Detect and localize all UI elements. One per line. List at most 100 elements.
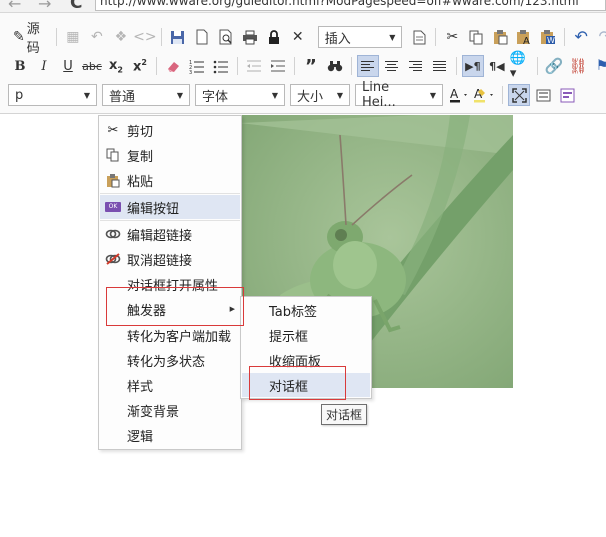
align-right-button[interactable] [405, 55, 427, 77]
link-button[interactable]: 🔗 [543, 55, 565, 77]
svg-text:W: W [547, 36, 555, 45]
underline-button[interactable]: U [57, 55, 79, 77]
menu-item-label: 对话框打开属性 [127, 278, 219, 294]
redo-button[interactable]: ↷ [594, 26, 606, 48]
indent-icon [270, 60, 285, 72]
submenu-item-dialog[interactable]: 对话框 [242, 373, 370, 397]
menu-divider [100, 193, 240, 194]
rtl-button[interactable]: ¶◀ [486, 55, 508, 77]
menu-item-client-load[interactable]: 转化为客户端加载 [100, 323, 240, 347]
toolbar-divider [350, 57, 352, 75]
find-button[interactable] [324, 55, 346, 77]
svg-text:3: 3 [189, 70, 192, 74]
bold-button[interactable]: B [9, 55, 31, 77]
paragraph-format-dropdown[interactable]: p ▼ [8, 84, 97, 106]
menu-item-edit-button[interactable]: OK 编辑按钮 [100, 195, 240, 219]
cut-button[interactable]: ✂ [441, 26, 463, 48]
url-input[interactable]: http://www.wware.org/guieditor.html?ModP… [95, 0, 606, 11]
menu-item-label: 粘贴 [127, 174, 154, 190]
outdent-button[interactable] [243, 55, 265, 77]
svg-text:A: A [523, 36, 530, 45]
font-size-dropdown[interactable]: 大小 ▼ [290, 84, 350, 106]
remove-button[interactable]: ✕ [287, 26, 309, 48]
align-center-icon [385, 60, 399, 71]
submenu-item-tab[interactable]: Tab标签 [242, 298, 370, 322]
save-button[interactable] [167, 26, 189, 48]
toolbar-divider [293, 57, 295, 75]
remove-format-button[interactable] [162, 55, 184, 77]
menu-item-copy[interactable]: 复制 [100, 143, 240, 167]
subscript-button[interactable]: x2 [105, 55, 127, 77]
menu-item-paste[interactable]: 粘贴 [100, 168, 240, 192]
undo-disabled-button[interactable]: ↶ [86, 26, 108, 48]
paste-word-icon: W [541, 30, 556, 45]
paste-text-button[interactable]: A [513, 26, 535, 48]
background-color-button[interactable]: A [473, 84, 497, 106]
justify-button[interactable] [429, 55, 451, 77]
submenu-item-collapse-panel[interactable]: 收缩面板 [242, 348, 370, 372]
maximize-button[interactable] [508, 84, 530, 106]
paste-word-button[interactable]: W [537, 26, 559, 48]
line-height-dropdown[interactable]: Line Hei... ▼ [355, 80, 443, 110]
paragraph-format-value: p [15, 87, 24, 103]
undo-icon: ↶ [574, 27, 588, 46]
undo-button[interactable]: ↶ [570, 26, 592, 48]
anchor-button[interactable]: ⚑ [591, 55, 606, 77]
align-left-button[interactable] [356, 55, 379, 77]
blockquote-button[interactable]: ” [300, 55, 322, 77]
unlink-button[interactable]: ⛓ [567, 55, 589, 77]
back-arrow-icon[interactable]: ← [8, 0, 21, 12]
bullet-list-button[interactable] [210, 55, 232, 77]
strikethrough-icon: abc [82, 59, 102, 73]
binoculars-icon [327, 61, 343, 72]
insert-dropdown-label: 插入 [324, 31, 351, 47]
format-brush-button[interactable]: ❖ [110, 26, 132, 48]
align-center-button[interactable] [381, 55, 403, 77]
print-button[interactable] [239, 26, 261, 48]
menu-item-label: 样式 [127, 379, 154, 395]
menu-item-multi-state[interactable]: 转化为多状态 [100, 348, 240, 372]
insert-dropdown[interactable]: 插入 ▼ [317, 26, 403, 48]
save-icon [171, 30, 185, 44]
style-dropdown[interactable]: 普通 ▼ [102, 84, 190, 106]
menu-item-edit-link[interactable]: 编辑超链接 [100, 222, 240, 246]
submenu-item-tooltip[interactable]: 提示框 [242, 323, 370, 347]
toolbar-divider [156, 57, 157, 75]
menu-item-label: 触发器 [127, 303, 167, 319]
source-button[interactable]: ✎ 源码 [11, 22, 51, 56]
menu-item-cut[interactable]: ✂ 剪切 [100, 118, 240, 142]
context-menu: ✂ 剪切 复制 粘贴 OK 编辑按钮 编辑超链接 取消超链接 对话框打开属性 触… [98, 115, 242, 450]
menu-item-gradient-background[interactable]: 渐变背景 [100, 398, 240, 422]
link-icon: 🔗 [544, 57, 564, 75]
strikethrough-button[interactable]: abc [81, 55, 103, 77]
forward-arrow-icon[interactable]: → [38, 0, 51, 12]
chevron-down-icon: ▼ [389, 32, 396, 42]
italic-button[interactable]: I [33, 55, 55, 77]
reload-icon[interactable]: C [70, 0, 82, 12]
superscript-button[interactable]: x2 [129, 55, 151, 77]
template-button[interactable] [408, 26, 430, 48]
menu-item-trigger[interactable]: 触发器 ▶ [100, 297, 240, 321]
menu-item-unlink[interactable]: 取消超链接 [100, 247, 240, 271]
indent-button[interactable] [267, 55, 289, 77]
numbered-list-button[interactable]: 123 [186, 55, 208, 77]
code-button[interactable]: <> [133, 26, 156, 48]
ltr-button[interactable]: ▶¶ [461, 55, 484, 77]
lock-button[interactable] [263, 26, 285, 48]
justify-icon [433, 60, 447, 71]
language-button[interactable]: 🌐▾ [510, 51, 532, 81]
select-all-button[interactable]: ▦ [62, 26, 84, 48]
copy-button[interactable] [465, 26, 487, 48]
font-dropdown[interactable]: 字体 ▼ [195, 84, 285, 106]
menu-item-style[interactable]: 样式 [100, 373, 240, 397]
menu-item-dialog-properties[interactable]: 对话框打开属性 [100, 272, 240, 296]
show-blocks-button[interactable] [532, 84, 554, 106]
text-color-button[interactable]: A [449, 84, 471, 106]
paste-button[interactable] [489, 26, 511, 48]
preview-button[interactable] [215, 26, 237, 48]
new-page-button[interactable] [191, 26, 213, 48]
menu-item-logic[interactable]: 逻辑 [100, 423, 240, 447]
about-button[interactable] [556, 84, 578, 106]
toolbar-divider [435, 28, 437, 46]
menu-divider [100, 220, 240, 221]
